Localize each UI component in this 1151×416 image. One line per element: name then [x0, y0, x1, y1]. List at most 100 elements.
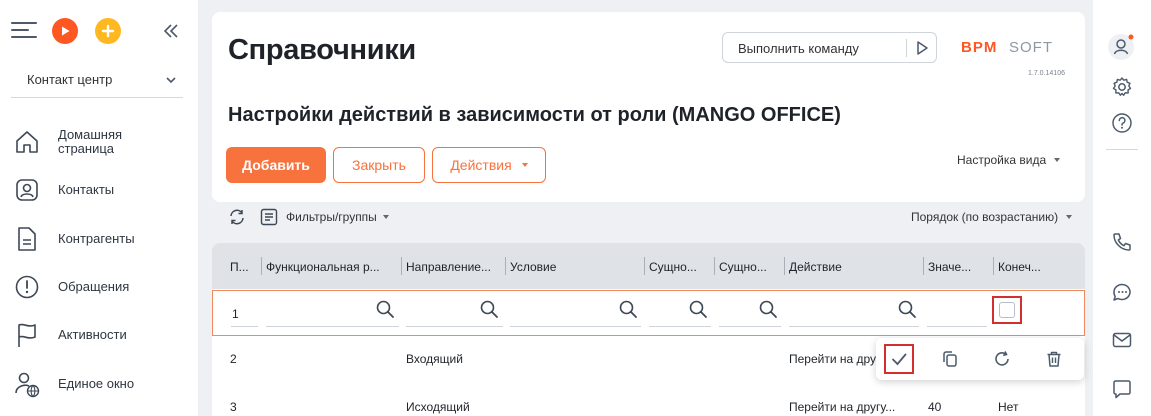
refresh-icon[interactable]: [228, 208, 246, 226]
column-separator[interactable]: [784, 257, 785, 275]
hamburger-menu-icon[interactable]: [11, 20, 37, 40]
command-placeholder: Выполнить команду: [738, 41, 859, 56]
row-number: 3: [230, 400, 237, 414]
email-icon[interactable]: [1110, 328, 1134, 352]
document-icon: [18, 227, 36, 251]
column-separator[interactable]: [261, 257, 262, 275]
search-icon[interactable]: [375, 299, 395, 319]
sidebar-item-label: Контрагенты: [58, 231, 135, 246]
sort-order-button[interactable]: Порядок (по возрастанию): [911, 210, 1073, 224]
gear-icon[interactable]: [1110, 75, 1134, 99]
direction-input[interactable]: [406, 326, 503, 327]
sidebar-item-single-window[interactable]: Единое окно: [12, 364, 192, 404]
grid-edit-row[interactable]: 1: [212, 290, 1085, 336]
message-icon[interactable]: [1110, 377, 1134, 401]
column-separator[interactable]: [644, 257, 645, 275]
confirm-button[interactable]: [884, 344, 914, 374]
row-direction: Входящий: [406, 352, 463, 366]
trash-icon: [1047, 351, 1061, 367]
row-actions-toolbar: [876, 338, 1084, 380]
logo-text-soft: SOFT: [1009, 39, 1053, 56]
final-checkbox-highlight: [992, 296, 1022, 324]
copy-icon: [943, 351, 957, 367]
column-separator[interactable]: [401, 257, 402, 275]
value-input[interactable]: [927, 326, 987, 327]
check-icon: [892, 353, 907, 366]
filters-groups-button[interactable]: Фильтры/группы: [286, 210, 389, 224]
copy-button[interactable]: [935, 344, 965, 374]
sidebar-item-label: Активности: [58, 327, 127, 342]
delete-button[interactable]: [1039, 344, 1069, 374]
entity-input[interactable]: [719, 326, 781, 327]
row-action: Перейти на другу...: [789, 352, 877, 366]
search-icon[interactable]: [479, 299, 499, 319]
reload-icon: [995, 351, 1009, 366]
row-action: Перейти на другу...: [789, 400, 896, 414]
sort-label: Порядок (по возрастанию): [911, 210, 1059, 224]
caret-down-icon: [382, 215, 389, 219]
command-line[interactable]: Выполнить команду: [722, 32, 937, 63]
actions-button[interactable]: Действия: [432, 147, 546, 183]
sidebar-item-home[interactable]: Домашняя страница: [12, 122, 192, 162]
command-separator: [906, 39, 907, 57]
functional-role-input[interactable]: [266, 326, 399, 327]
condition-input[interactable]: [510, 326, 641, 327]
left-sidebar: Контакт центр Домашняя страница Контакты…: [0, 0, 198, 416]
column-header[interactable]: Направление...: [406, 260, 502, 274]
sidebar-item-label: Контакты: [58, 182, 115, 197]
alert-icon: [15, 275, 39, 299]
row-direction: Исходящий: [406, 400, 470, 414]
column-header[interactable]: П...: [230, 260, 258, 274]
close-button[interactable]: Закрыть: [333, 147, 425, 183]
app-version: 1.7.0.14106: [1028, 70, 1065, 77]
action-input[interactable]: [789, 326, 919, 327]
column-header[interactable]: Конеч...: [998, 260, 1060, 274]
play-icon[interactable]: [52, 18, 78, 44]
entity-input[interactable]: [649, 326, 711, 327]
caret-down-icon: [1066, 215, 1073, 219]
caret-down-icon: [1054, 158, 1061, 162]
user-profile-icon[interactable]: [1106, 32, 1136, 62]
column-separator[interactable]: [714, 257, 715, 275]
sidebar-item-cases[interactable]: Обращения: [12, 267, 192, 307]
column-separator[interactable]: [505, 257, 506, 275]
search-icon[interactable]: [758, 299, 778, 319]
phone-icon[interactable]: [1110, 230, 1134, 254]
column-header[interactable]: Функциональная р...: [266, 260, 398, 274]
column-separator[interactable]: [993, 257, 994, 275]
column-separator[interactable]: [923, 257, 924, 275]
svg-text:BPM: BPM: [961, 39, 997, 56]
column-header[interactable]: Сущно...: [719, 260, 781, 274]
search-icon[interactable]: [688, 299, 708, 319]
search-icon[interactable]: [897, 299, 917, 319]
run-command-icon[interactable]: [913, 39, 931, 57]
page-title: Справочники: [228, 34, 416, 66]
right-rail: [1093, 0, 1151, 416]
sidebar-item-accounts[interactable]: Контрагенты: [12, 219, 192, 259]
view-settings-button[interactable]: Настройка вида: [957, 153, 1061, 167]
column-header[interactable]: Сущно...: [649, 260, 711, 274]
number-input[interactable]: [231, 326, 258, 327]
caret-down-icon: [521, 163, 528, 167]
help-icon[interactable]: [1110, 111, 1134, 135]
column-header[interactable]: Условие: [510, 260, 640, 274]
workplace-select[interactable]: Контакт центр: [11, 62, 183, 98]
section-title: Настройки действий в зависимости от роли…: [228, 104, 841, 126]
sidebar-item-contacts[interactable]: Контакты: [12, 170, 192, 210]
final-checkbox[interactable]: [999, 302, 1015, 318]
column-header[interactable]: Значе...: [928, 260, 990, 274]
column-header[interactable]: Действие: [789, 260, 919, 274]
add-button[interactable]: Добавить: [226, 147, 326, 183]
rail-divider: [1106, 149, 1138, 150]
search-icon[interactable]: [618, 299, 638, 319]
reset-button[interactable]: [987, 344, 1017, 374]
chat-icon[interactable]: [1110, 280, 1134, 304]
row-value: 40: [928, 400, 942, 414]
plus-icon[interactable]: [95, 18, 121, 44]
row-final: Нет: [998, 400, 1019, 414]
filter-list-icon[interactable]: [260, 208, 278, 226]
chevron-down-icon: [166, 77, 176, 84]
sidebar-item-activities[interactable]: Активности: [12, 315, 192, 355]
filters-label: Фильтры/группы: [286, 210, 377, 224]
collapse-sidebar-icon[interactable]: [160, 20, 182, 42]
